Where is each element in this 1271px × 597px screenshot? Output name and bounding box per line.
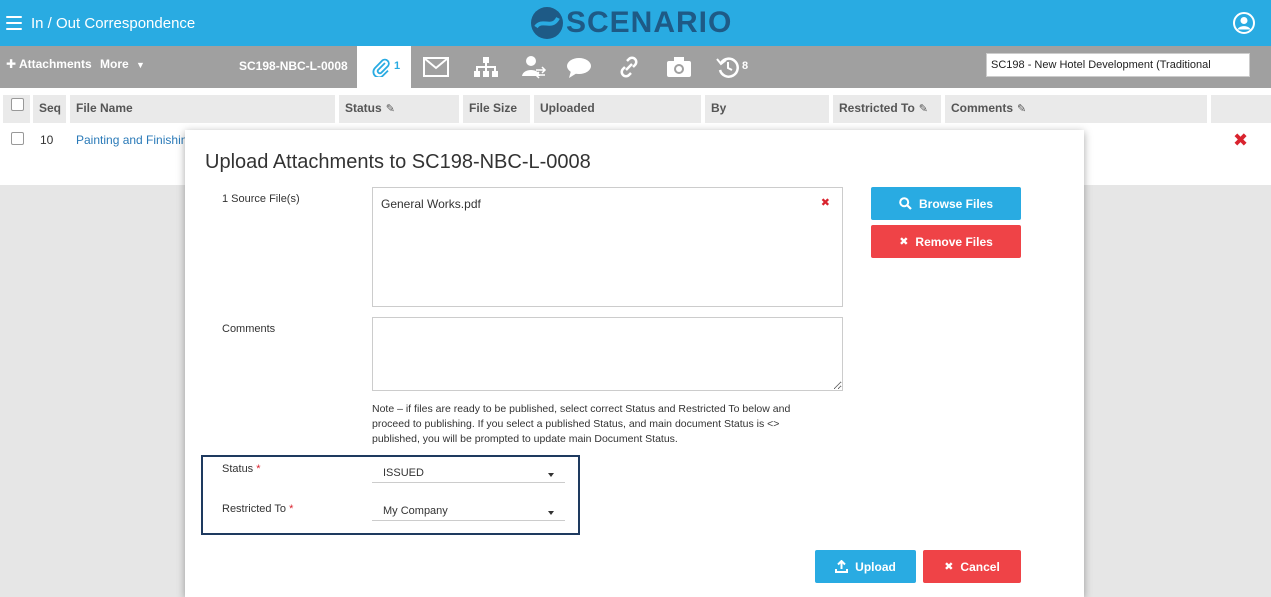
tab-history[interactable]: 8 [716,55,748,82]
publishing-note: Note – if files are ready to be publishe… [372,403,791,445]
row-seq: 10 [40,133,54,147]
close-icon: ✖ [899,236,909,248]
source-files-list[interactable]: General Works.pdf ✖ [372,187,843,307]
select-all-checkbox[interactable] [11,98,24,111]
upload-button[interactable]: Upload [815,550,916,583]
status-label-text: Status [222,463,254,475]
envelope-icon [423,57,449,77]
pencil-icon[interactable]: ✎ [1017,103,1026,115]
scenario-logo-mark-icon [531,7,563,39]
column-restricted-label: Restricted To [839,101,915,115]
attachments-label: Attachments [18,57,92,71]
source-files-label: 1 Source File(s) [222,193,300,205]
speech-bubble-icon [567,58,591,78]
cancel-label: Cancel [960,559,1000,574]
history-count: 8 [742,60,749,72]
browse-files-label: Browse Files [918,196,994,211]
paperclip-icon [372,58,390,77]
upload-icon [835,560,849,573]
user-transfer-icon [522,56,547,79]
more-label: More [100,57,129,71]
remove-files-button[interactable]: ✖ Remove Files [871,225,1021,258]
tab-photos[interactable] [666,56,692,81]
top-header: In / Out Correspondence SCENARIO [0,0,1271,46]
document-number: SC198-NBC-L-0008 [239,59,348,73]
caret-down-icon: ▼ [136,60,145,70]
column-actions [1211,95,1271,123]
search-icon [899,197,912,210]
close-icon: ✖ [944,561,954,573]
add-attachments-button[interactable]: ✚ Attachments [6,57,92,71]
column-seq[interactable]: Seq [33,95,66,123]
delete-row-icon[interactable]: ✖ [1233,130,1248,151]
tab-attachments[interactable]: 1 [357,46,411,88]
tab-email[interactable] [423,57,449,80]
column-comments[interactable]: Comments ✎ [945,95,1207,123]
more-menu-button[interactable]: More ▼ [100,57,145,71]
plus-icon: ✚ [6,57,17,71]
tab-user-transfer[interactable] [521,55,547,82]
column-by[interactable]: By [705,95,829,123]
column-file-size[interactable]: File Size [463,95,530,123]
restricted-label-text: Restricted To [222,503,286,515]
status-value: ISSUED [383,467,424,479]
cancel-button[interactable]: ✖ Cancel [923,550,1021,583]
pencil-icon[interactable]: ✎ [919,103,928,115]
upload-label: Upload [855,559,896,574]
logo-text: SCENARIO [566,6,733,39]
file-item: General Works.pdf [381,197,481,211]
user-profile-icon[interactable] [1233,12,1255,37]
project-selector[interactable]: SC198 - New Hotel Development (Tradition… [986,53,1250,77]
restricted-value: My Company [383,505,448,517]
app-title: In / Out Correspondence [31,15,196,32]
column-comments-label: Comments [951,101,1014,115]
required-mark: * [256,463,261,475]
menu-icon[interactable] [6,16,22,30]
document-toolbar: ✚ Attachments More ▼ SC198-NBC-L-0008 1 [0,46,1271,88]
comments-field[interactable] [372,317,843,391]
tab-hierarchy[interactable] [473,56,499,81]
required-mark: * [289,503,294,515]
camera-icon [667,57,691,77]
row-file-link[interactable]: Painting and Finishin [76,133,187,147]
tab-links[interactable] [617,55,641,82]
column-restricted-to[interactable]: Restricted To ✎ [833,95,941,123]
tab-comments[interactable] [566,57,592,82]
column-status-label: Status [345,101,382,115]
caret-down-icon [548,473,554,477]
remove-file-icon[interactable]: ✖ [821,196,830,209]
restricted-to-select[interactable]: My Company [372,499,565,521]
row-checkbox[interactable] [11,132,24,145]
remove-files-label: Remove Files [915,234,993,249]
history-icon [716,57,739,78]
dialog-title: Upload Attachments to SC198-NBC-L-0008 [205,151,591,173]
comments-label: Comments [222,323,276,335]
link-icon [620,56,638,78]
browse-files-button[interactable]: Browse Files [871,187,1021,220]
status-select[interactable]: ISSUED [372,461,565,483]
column-file-name[interactable]: File Name [70,95,335,123]
scenario-logo: SCENARIO [530,5,732,41]
pencil-icon[interactable]: ✎ [386,103,395,115]
column-uploaded[interactable]: Uploaded [534,95,701,123]
column-status[interactable]: Status ✎ [339,95,459,123]
sitemap-icon [474,57,498,77]
select-all-cell [3,95,30,123]
attachments-count: 1 [394,60,401,72]
upload-attachments-dialog: Upload Attachments to SC198-NBC-L-0008 1… [185,130,1084,597]
attachments-table-header: Seq File Name Status ✎ File Size Uploaded… [0,95,1271,123]
status-label: Status * [222,463,261,475]
restricted-to-label: Restricted To * [222,503,293,515]
caret-down-icon [548,511,554,515]
